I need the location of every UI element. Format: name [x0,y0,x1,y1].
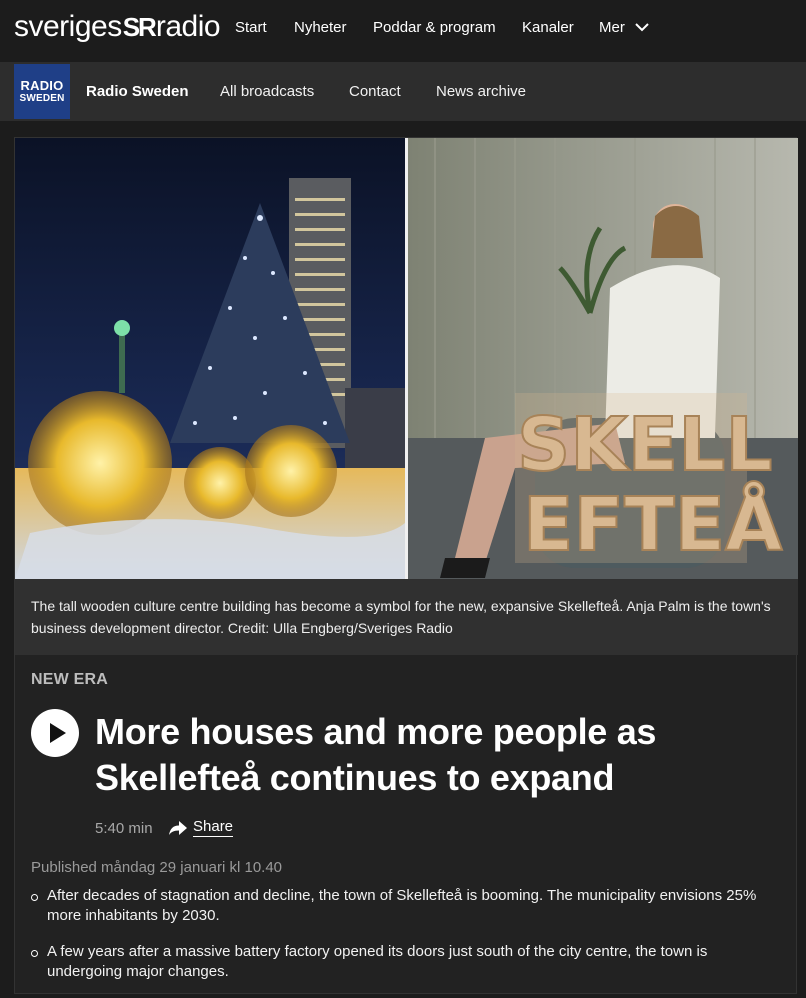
play-button[interactable] [31,709,79,757]
program-navigation: RADIO SWEDEN Radio Sweden All broadcasts… [0,62,806,121]
logo-text-radio: radio [155,10,221,43]
sveriges-radio-logo[interactable]: sveriges SR radio [14,10,221,44]
chevron-down-icon [635,23,649,32]
audio-duration: 5:40 min [95,820,153,837]
sign-text-line1: SKELL [517,402,773,488]
top-navigation: sveriges SR radio Start Nyheter Poddar & p… [0,0,806,62]
share-icon [169,820,187,835]
play-icon [50,723,66,743]
logo-sr-mark: SR [122,11,157,42]
nav-item-mer-label: Mer [599,18,625,36]
article-photo: SKELL EFTEÅ [15,138,798,579]
share-label: Share [193,818,234,837]
image-caption: The tall wooden culture centre building … [15,579,798,655]
nav-item-kanaler[interactable]: Kanaler [522,0,574,54]
sign-text-line2: EFTEÅ [523,480,782,568]
badge-line-radio: RADIO [20,78,64,93]
bullet-icon [31,894,38,901]
list-item-text: A few years after a massive battery fact… [47,943,708,980]
badge-line-sweden: SWEDEN [19,93,65,104]
list-item-text: After decades of stagnation and decline,… [47,887,757,924]
article-headline: More houses and more people as Skellefte… [95,711,657,798]
nav-item-poddar-program[interactable]: Poddar & program [373,0,496,54]
share-button[interactable]: Share [169,818,234,837]
bullet-icon [31,950,38,957]
nav-item-start[interactable]: Start [235,0,267,54]
list-item: A few years after a massive battery fact… [31,942,771,982]
summary-list: After decades of stagnation and decline,… [31,886,771,998]
nav-item-nyheter[interactable]: Nyheter [294,0,347,54]
link-news-archive[interactable]: News archive [436,62,526,121]
article-image: SKELL EFTEÅ [15,138,798,579]
nav-item-mer[interactable]: Mer [599,0,649,54]
article-kicker: NEW ERA [31,671,108,688]
logo-text-sveriges: sveriges [14,10,122,43]
link-contact[interactable]: Contact [349,62,401,121]
list-item: After decades of stagnation and decline,… [31,886,771,926]
published-date: Published måndag 29 januari kl 10.40 [31,859,283,876]
link-all-broadcasts[interactable]: All broadcasts [220,62,314,121]
radio-sweden-badge[interactable]: RADIO SWEDEN [14,64,70,119]
program-title[interactable]: Radio Sweden [86,62,189,121]
article-card: SKELL EFTEÅ The tall wooden culture cent… [14,137,798,994]
